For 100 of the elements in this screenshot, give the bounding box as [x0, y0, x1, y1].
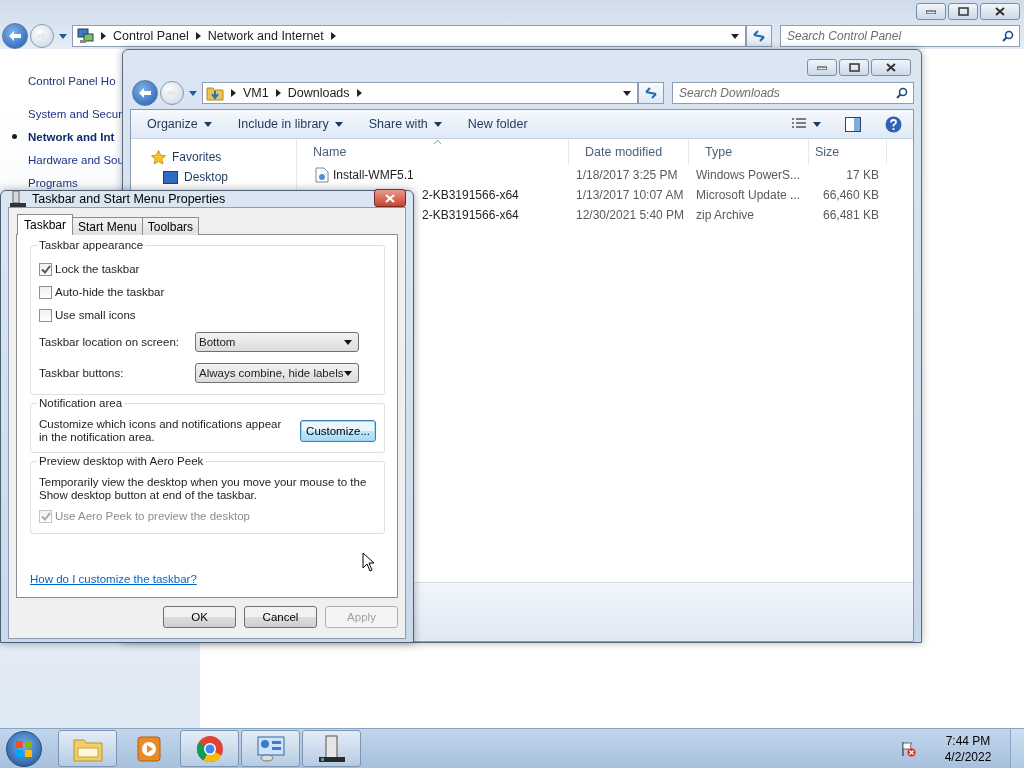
clock-date[interactable]: 4/2/2022	[944, 748, 992, 765]
forward-button[interactable]	[30, 24, 54, 48]
minimize-button[interactable]	[916, 3, 946, 20]
close-button[interactable]	[980, 3, 1020, 20]
help-link[interactable]: How do I customize the taskbar?	[30, 573, 385, 585]
field-label: Taskbar buttons:	[39, 367, 125, 379]
dropdown-arrow-icon	[344, 370, 352, 376]
group-title: Taskbar appearance	[37, 239, 146, 251]
start-button[interactable]	[6, 730, 42, 767]
toolbar-button[interactable]: Include in library	[231, 114, 351, 134]
refresh-button[interactable]	[638, 82, 664, 104]
close-button[interactable]	[374, 189, 406, 207]
refresh-icon	[644, 87, 658, 99]
column-header[interactable]: Date modified	[569, 139, 689, 165]
search-field[interactable]: Search Control Panel	[780, 25, 1020, 47]
minimize-icon	[817, 65, 827, 70]
breadcrumb-item[interactable]: Downloads	[287, 86, 350, 100]
history-dropdown-icon[interactable]	[59, 33, 67, 39]
maximize-button[interactable]	[948, 3, 978, 20]
nav-link[interactable]: System and Secur	[28, 107, 122, 120]
desktop-icon	[163, 170, 178, 184]
chevron-icon	[101, 32, 106, 40]
clock-time[interactable]: 7:44 PM	[945, 732, 991, 749]
table-cell-text: Microsoft Update ...	[695, 188, 802, 202]
table-cell-text: 1/18/2017 3:25 PM	[575, 168, 679, 182]
close-icon	[995, 7, 1005, 16]
file-name[interactable]: Install-WMF5.1	[333, 168, 414, 182]
help-icon	[885, 115, 902, 133]
dropdown[interactable]: Bottom	[195, 332, 359, 352]
tab[interactable]: Taskbar	[17, 214, 74, 235]
forward-button[interactable]	[160, 81, 184, 105]
back-arrow-icon	[138, 87, 152, 99]
file-name[interactable]: 2-KB3191566-x64	[422, 188, 519, 202]
taskbar-button[interactable]	[302, 730, 361, 767]
customize-button[interactable]: Customize...	[300, 420, 376, 442]
downloads-folder-icon	[206, 85, 224, 101]
dialog-button[interactable]: Cancel	[244, 606, 317, 628]
bullet-icon	[12, 134, 17, 139]
dropdown-arrow-icon	[203, 121, 212, 127]
toolbar-button[interactable]: Share with	[362, 114, 450, 134]
restore-icon	[848, 63, 860, 72]
nav-link[interactable]: Network and Int	[28, 130, 115, 143]
group-title: Preview desktop with Aero Peek	[37, 455, 206, 467]
checkbox-label: Use Aero Peek to preview the desktop	[55, 510, 250, 522]
checkbox[interactable]	[39, 262, 52, 276]
nav-link[interactable]: Desktop	[184, 170, 229, 184]
breadcrumb-item[interactable]: Network and Internet	[207, 29, 324, 43]
field-label: Taskbar location on screen:	[39, 336, 180, 348]
checkbox-label: Auto-hide the taskbar	[55, 286, 165, 298]
chevron-icon	[356, 89, 362, 97]
nav-link[interactable]: Programs	[28, 176, 78, 189]
nav-link[interactable]: Favorites	[172, 150, 222, 164]
breadcrumb-item[interactable]: VM1	[243, 86, 269, 100]
minimize-button[interactable]	[807, 59, 837, 76]
breadcrumb-item[interactable]: Control Panel	[113, 29, 189, 43]
toolbar-button[interactable]: Organize	[141, 114, 220, 134]
tab[interactable]: Toolbars	[141, 217, 200, 235]
checkbox[interactable]	[39, 285, 52, 299]
back-button[interactable]	[2, 23, 28, 49]
mouse-pointer-icon	[362, 552, 375, 572]
search-icon	[896, 87, 908, 99]
tab[interactable]: Start Menu	[72, 217, 143, 235]
dropdown-arrow-icon[interactable]	[731, 33, 739, 39]
nav-link[interactable]: Control Panel Ho	[28, 74, 116, 87]
control-panel-icon	[256, 735, 285, 762]
browser-icon	[195, 734, 224, 763]
maximize-button[interactable]	[839, 59, 869, 76]
refresh-button[interactable]	[746, 25, 772, 47]
checkbox[interactable]	[39, 308, 52, 322]
group-title: Notification area	[37, 397, 125, 409]
windows-flag-icon	[16, 740, 32, 757]
search-field[interactable]: Search Downloads	[672, 82, 914, 104]
dropdown[interactable]: Always combine, hide labels	[195, 363, 359, 383]
star-icon	[151, 149, 166, 165]
column-header[interactable]: Name	[297, 139, 569, 165]
close-button[interactable]	[871, 59, 911, 76]
table-cell-text: 17 KB	[845, 168, 880, 182]
chevron-icon	[231, 89, 236, 97]
back-arrow-icon	[8, 30, 22, 42]
toolbar-button[interactable]: New folder	[461, 114, 536, 134]
dropdown-arrow-icon[interactable]	[623, 90, 631, 96]
file-name[interactable]: 2-KB3191566-x64	[422, 208, 519, 222]
checkbox-label: Lock the taskbar	[55, 263, 140, 275]
forward-arrow-icon	[166, 88, 178, 98]
window-title: Taskbar and Start Menu Properties	[32, 192, 226, 206]
history-dropdown-icon[interactable]	[189, 90, 197, 96]
dropdown-arrow-icon	[433, 121, 442, 127]
back-button[interactable]	[132, 80, 158, 106]
column-header[interactable]: Size	[809, 139, 887, 165]
taskbar-properties-icon	[317, 734, 346, 763]
flag-warning-icon[interactable]	[900, 740, 916, 757]
address-bar[interactable]: VM1 Downloads	[202, 82, 638, 104]
address-bar[interactable]: Control Panel Network and Internet	[72, 25, 746, 47]
column-header[interactable]: Type	[689, 139, 809, 165]
forward-arrow-icon	[36, 31, 48, 41]
table-cell-text: 1/13/2017 10:07 AM	[575, 188, 685, 202]
details-view-icon	[791, 118, 807, 130]
table-cell-text: 66,481 KB	[821, 208, 880, 222]
chevron-icon	[195, 32, 201, 40]
dialog-button[interactable]: OK	[163, 606, 236, 628]
